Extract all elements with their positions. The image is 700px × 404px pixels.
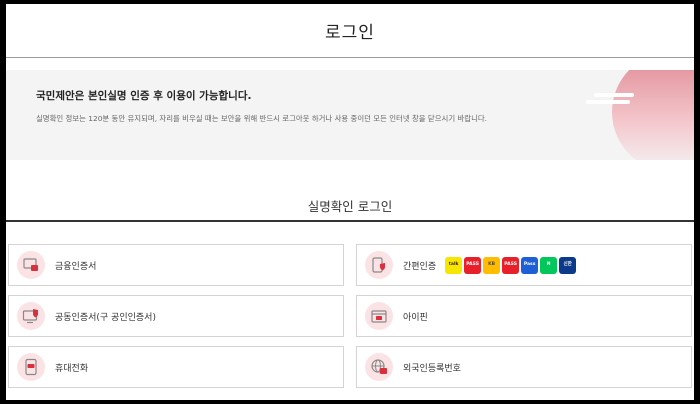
page-header: 로그인 — [6, 4, 694, 58]
shinhan-icon: 신한 — [559, 256, 577, 274]
login-option-financial-certificate[interactable]: 금융인증서 — [8, 244, 344, 286]
ipin-icon — [365, 302, 393, 330]
login-option-simple-auth[interactable]: 간편인증 talk PASS KB PASS Pass N 신한 — [356, 244, 692, 286]
option-label: 간편인증 — [403, 261, 437, 272]
option-label: 휴대전화 — [55, 363, 89, 374]
simple-auth-icon — [365, 251, 393, 279]
login-option-mobile-phone[interactable]: 휴대전화 — [8, 346, 344, 388]
mobile-phone-icon — [17, 353, 45, 381]
login-option-foreigner-registration[interactable]: 외국인등록번호 — [356, 346, 692, 388]
kakao-talk-icon: talk — [445, 256, 463, 274]
login-page: 로그인 국민제안은 본인실명 인증 후 이용이 가능합니다. 실명확인 정보는 … — [6, 4, 694, 400]
notice-description: 실명확인 정보는 120분 동안 유지되며, 자리를 비우실 때는 보안을 위해… — [36, 114, 488, 123]
naver-icon: N — [540, 256, 558, 274]
section-title: 실명확인 로그인 — [307, 199, 393, 214]
option-label: 공동인증서(구 공인인증서) — [55, 312, 156, 323]
sun-decoration-icon — [586, 70, 694, 160]
foreigner-registration-icon — [365, 353, 393, 381]
joint-certificate-icon — [17, 302, 45, 330]
kb-icon: KB — [483, 256, 501, 274]
notice-headline: 국민제안은 본인실명 인증 후 이용이 가능합니다. — [36, 90, 252, 102]
payco-pass-icon: Pass — [521, 256, 539, 274]
option-label: 아이핀 — [403, 312, 428, 323]
financial-certificate-icon — [17, 251, 45, 279]
option-label: 금융인증서 — [55, 261, 97, 272]
login-option-joint-certificate[interactable]: 공동인증서(구 공인인증서) — [8, 295, 344, 337]
section-divider — [6, 220, 694, 222]
notice-banner: 국민제안은 본인실명 인증 후 이용이 가능합니다. 실명확인 정보는 120분… — [6, 70, 694, 160]
login-option-ipin[interactable]: 아이핀 — [356, 295, 692, 337]
provider-logos: talk PASS KB PASS Pass N 신한 — [445, 256, 577, 274]
page-title: 로그인 — [325, 23, 375, 43]
option-label: 외국인등록번호 — [403, 363, 461, 374]
pass-icon: PASS — [464, 256, 482, 274]
samsung-pass-icon: PASS — [502, 256, 520, 274]
